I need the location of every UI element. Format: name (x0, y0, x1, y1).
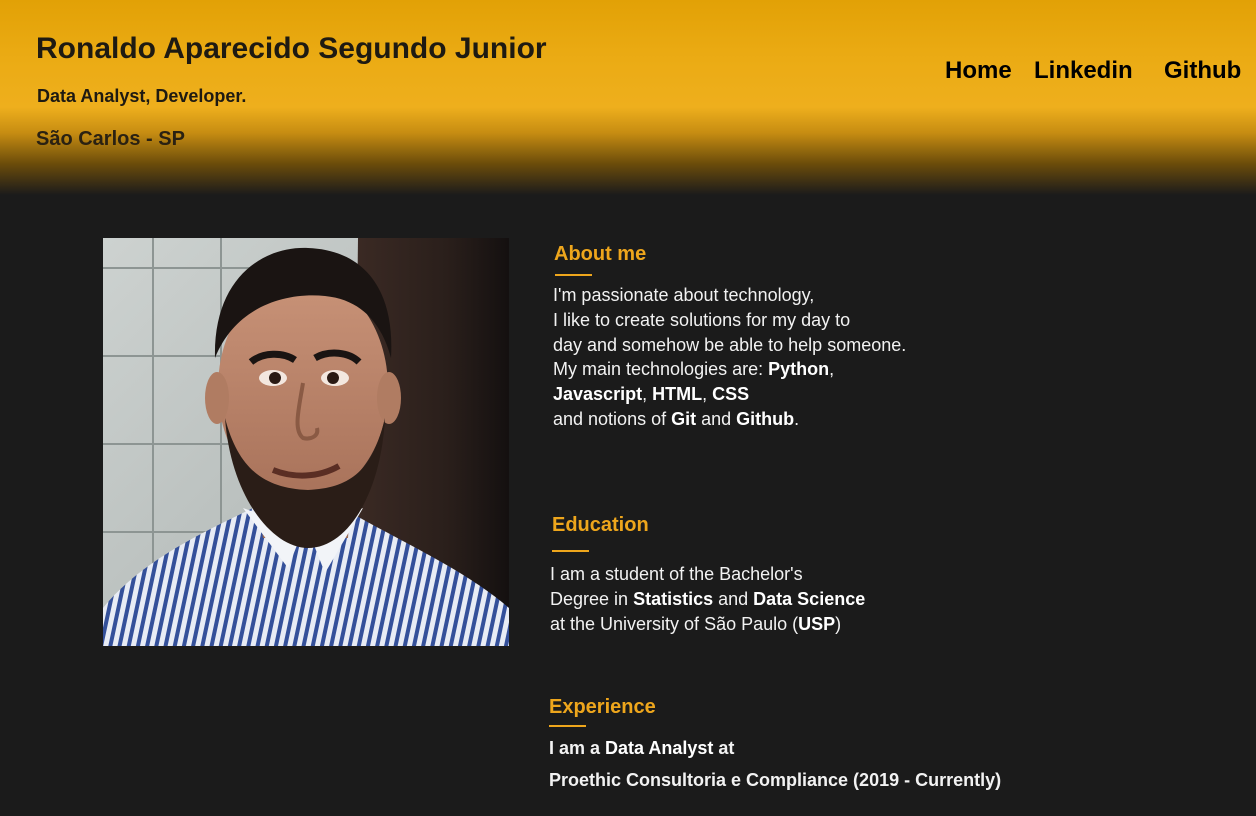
about-line: and notions of (553, 408, 672, 429)
separator: and (713, 588, 754, 609)
about-text: I'm passionate about technology, I like … (553, 283, 906, 432)
profile-photo (103, 238, 509, 646)
field-data-science: Data Science (753, 588, 866, 609)
about-line: I like to create solutions for my day to (553, 309, 851, 330)
education-line: at the University of São Paulo ( (550, 613, 799, 634)
about-underline (555, 274, 592, 276)
experience-position: Data Analyst (605, 738, 714, 758)
university-abbr: USP (798, 613, 836, 634)
education-underline (552, 550, 589, 552)
tech-python: Python (768, 359, 830, 380)
profile-role: Data Analyst, Developer. (37, 86, 247, 106)
main-nav: Home Linkedin Github (0, 57, 1256, 89)
site-header: Ronaldo Aparecido Segundo Junior Data An… (0, 0, 1256, 195)
separator: ) (835, 613, 842, 634)
separator: , (642, 384, 653, 405)
nav-link-linkedin[interactable]: Linkedin (1034, 57, 1133, 85)
separator: , (702, 384, 713, 405)
experience-suffix: at (713, 738, 735, 758)
education-text: I am a student of the Bachelor's Degree … (550, 562, 865, 636)
separator: and (696, 408, 737, 429)
tech-html: HTML (652, 384, 703, 405)
experience-underline (549, 725, 586, 727)
tech-github: Github (736, 408, 795, 429)
about-line: I'm passionate about technology, (553, 285, 815, 305)
tech-css: CSS (712, 384, 750, 405)
separator: , (829, 359, 835, 380)
tech-javascript: Javascript (553, 384, 643, 405)
profile-location: São Carlos - SP (36, 128, 185, 150)
experience-prefix: I am a (549, 738, 606, 758)
experience-company: Proethic Consultoria e Compliance (2019 … (549, 770, 1002, 790)
education-line: Degree in (550, 588, 634, 609)
about-title: About me (554, 243, 647, 265)
nav-link-home[interactable]: Home (945, 57, 1012, 85)
about-line: My main technologies are: (553, 359, 769, 380)
field-statistics: Statistics (633, 588, 714, 609)
tech-git: Git (671, 408, 697, 429)
nav-link-github[interactable]: Github (1164, 57, 1241, 85)
separator: . (794, 408, 800, 429)
education-title: Education (552, 514, 649, 536)
experience-title: Experience (549, 696, 656, 718)
about-line: day and somehow be able to help someone. (553, 334, 907, 355)
education-line: I am a student of the Bachelor's (550, 564, 803, 584)
experience-line: I am a Data Analyst at (549, 738, 734, 759)
